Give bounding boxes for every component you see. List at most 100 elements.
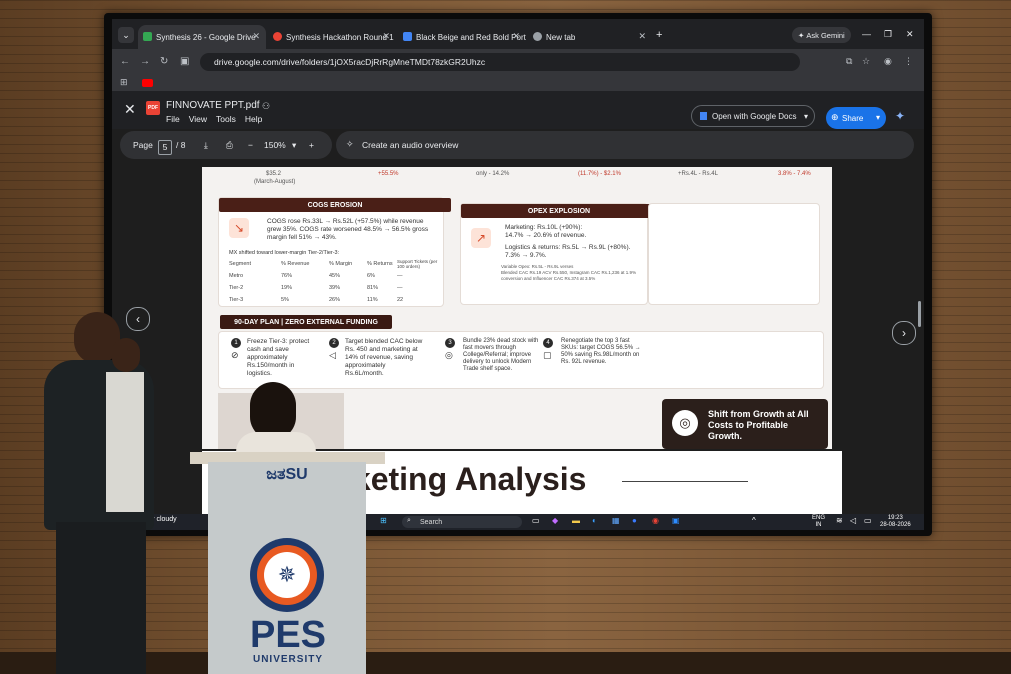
next-page-button[interactable]: › <box>892 321 916 345</box>
cell: 6% <box>367 273 375 279</box>
cell: 76% <box>281 273 293 279</box>
chevron-down-icon[interactable]: ▾ <box>804 112 808 121</box>
tab-label: Synthesis 26 - Google Drive <box>156 32 256 42</box>
edge-icon[interactable]: ◐ <box>592 516 597 525</box>
close-window-icon[interactable]: ✕ <box>906 29 914 40</box>
column-header: % Revenue <box>281 261 310 267</box>
copilot-icon[interactable]: ◆ <box>552 516 558 525</box>
open-with-docs-button[interactable]: Open with Google Docs ▾ <box>691 105 815 127</box>
bookmark-star-icon[interactable]: ☆ <box>862 56 870 67</box>
viewer-menu: File View Tools Help <box>166 114 262 124</box>
plan-step: Target blended CAC below Rs. 450 and mar… <box>345 338 423 377</box>
restore-icon[interactable]: ❐ <box>884 29 892 40</box>
volume-icon[interactable]: ◁ <box>850 516 856 525</box>
back-icon[interactable]: ← <box>120 56 130 67</box>
zoom-out-icon[interactable]: − <box>248 140 253 150</box>
bookmarks-bar: ⊞ <box>112 75 924 91</box>
card-title: COGS EROSION <box>219 198 451 212</box>
close-icon[interactable]: ✕ <box>382 31 390 42</box>
clock[interactable]: 19:23 28-08-2026 <box>880 515 911 529</box>
previous-table-row: $35.2 (March-August) +55.5% only - 14.2%… <box>202 167 832 195</box>
cell: 81% <box>367 285 379 291</box>
minimize-icon[interactable]: — <box>862 29 871 39</box>
zoom-app-icon[interactable]: ● <box>632 516 637 525</box>
chrome-icon <box>533 32 542 41</box>
presenter-background <box>104 338 144 538</box>
more-menu-icon[interactable]: ⋮ <box>904 56 913 67</box>
table-header-row: Segment % Revenue % Margin % Returns Sup… <box>229 258 441 270</box>
column-header: % Margin <box>329 261 353 267</box>
tab-search-icon[interactable]: ⌄ <box>118 27 134 43</box>
battery-icon[interactable]: ▭ <box>864 516 872 525</box>
tab-google-drive[interactable]: Synthesis 26 - Google Drive ✕ <box>138 25 266 49</box>
cell: 5% <box>281 297 289 303</box>
menu-file[interactable]: File <box>166 114 180 124</box>
chevron-down-icon[interactable]: ▾ <box>876 113 880 122</box>
table-row: Tier-3 5% 26% 11% 22 <box>229 294 441 306</box>
store-icon[interactable]: ▦ <box>612 516 620 525</box>
step-number: 1 <box>231 338 241 348</box>
wifi-icon[interactable]: ≋ <box>836 516 843 525</box>
split-view-icon[interactable]: ▣ <box>180 56 189 67</box>
youtube-icon[interactable] <box>142 79 153 87</box>
zoom-in-icon[interactable]: + <box>309 140 314 150</box>
address-bar[interactable]: drive.google.com/drive/folders/1jOX5racD… <box>200 53 800 71</box>
close-icon[interactable]: ✕ <box>638 31 646 42</box>
profile-avatar-icon[interactable]: ◉ <box>884 56 892 67</box>
table-row: Metro 76% 45% 6% — <box>229 270 441 282</box>
menu-view[interactable]: View <box>189 114 207 124</box>
language-indicator[interactable]: ENG IN <box>812 515 825 529</box>
apps-grid-icon[interactable]: ⊞ <box>120 77 128 88</box>
cogs-erosion-card: COGS EROSION ↘ COGS rose Rs.33L → Rs.52L… <box>218 197 451 307</box>
reload-icon[interactable]: ↻ <box>160 56 168 67</box>
gemini-sparkle-icon[interactable]: ✦ <box>895 109 905 123</box>
shared-people-icon: ⚇ <box>262 101 271 111</box>
cell: Tier-2 <box>229 285 244 291</box>
rising-chart-icon: ↗ <box>471 228 491 248</box>
cell: (March-August) <box>254 179 296 185</box>
file-explorer-icon[interactable]: ▬ <box>572 516 580 525</box>
share-button[interactable]: ⊕ Share ▾ <box>826 107 886 129</box>
tab-new[interactable]: New tab ✕ <box>528 25 652 49</box>
tab-label: Black Beige and Red Bold Portf <box>416 32 526 42</box>
audio-overview-button[interactable]: ✧ Create an audio overview <box>336 131 914 159</box>
step-number: 3 <box>445 338 455 348</box>
new-tab-button[interactable]: + <box>656 29 662 41</box>
cell: Metro <box>229 273 244 279</box>
ask-gemini-button[interactable]: ✦ Ask Gemini <box>792 27 851 43</box>
scrollbar[interactable] <box>918 301 921 327</box>
forward-icon[interactable]: → <box>140 56 150 67</box>
page-total: / 8 <box>176 140 186 150</box>
tab-hackathon[interactable]: Synthesis Hackathon Round 1 ✕ <box>268 25 396 49</box>
close-icon[interactable]: ✕ <box>252 31 260 42</box>
zoom-level[interactable]: 150% <box>264 140 286 150</box>
install-icon[interactable]: ⧉ <box>846 56 852 67</box>
file-name: FINNOVATE PPT.pdf <box>166 100 260 111</box>
close-icon[interactable]: ✕ <box>512 31 520 42</box>
app-icon[interactable]: ▣ <box>672 516 680 525</box>
viewer-header: ✕ PDF FINNOVATE PPT.pdf ⚇ File View Tool… <box>112 91 924 129</box>
download-icon[interactable]: ⤓ <box>204 140 208 151</box>
menu-help[interactable]: Help <box>245 114 262 124</box>
close-icon[interactable]: ✕ <box>124 101 136 118</box>
table-row: Tier-2 19% 39% 81% — <box>229 282 441 294</box>
plan-title: 90-DAY PLAN | ZERO EXTERNAL FUNDING <box>220 315 392 329</box>
chevron-down-icon[interactable]: ▾ <box>292 140 296 151</box>
tray-overflow-icon[interactable]: ^ <box>752 516 756 525</box>
page-number-input[interactable]: 5 <box>158 140 172 155</box>
compass-star-icon: ✵ <box>264 552 310 598</box>
chrome-icon[interactable]: ◉ <box>652 516 659 525</box>
sparkle-icon: ✦ <box>798 30 807 40</box>
page-label: Page <box>133 140 153 150</box>
tab-canva[interactable]: Black Beige and Red Bold Portf ✕ <box>398 25 526 49</box>
box-icon: ▢ <box>543 350 552 360</box>
cell: +55.5% <box>378 171 399 177</box>
task-view-icon[interactable]: ▭ <box>532 516 540 525</box>
print-icon[interactable]: ⎙ <box>226 140 233 151</box>
step-number: 2 <box>329 338 339 348</box>
block-icon: ⊘ <box>231 350 239 360</box>
cell: Tier-3 <box>229 297 244 303</box>
menu-tools[interactable]: Tools <box>216 114 236 124</box>
taskbar-search[interactable]: ⌕ Search <box>402 516 522 528</box>
opex-line: Marketing: Rs.10L (+90%): <box>505 224 583 231</box>
